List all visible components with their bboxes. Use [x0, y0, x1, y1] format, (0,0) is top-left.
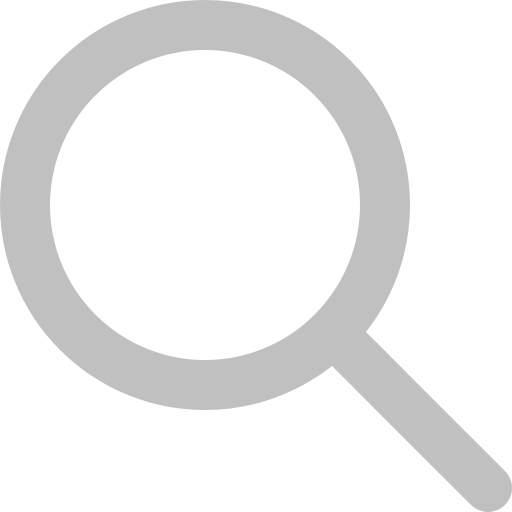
search-icon[interactable]	[0, 0, 512, 512]
magnifier-handle	[326, 326, 512, 512]
magnifier-lens	[0, 0, 410, 410]
search-icon-graphic	[0, 0, 512, 512]
